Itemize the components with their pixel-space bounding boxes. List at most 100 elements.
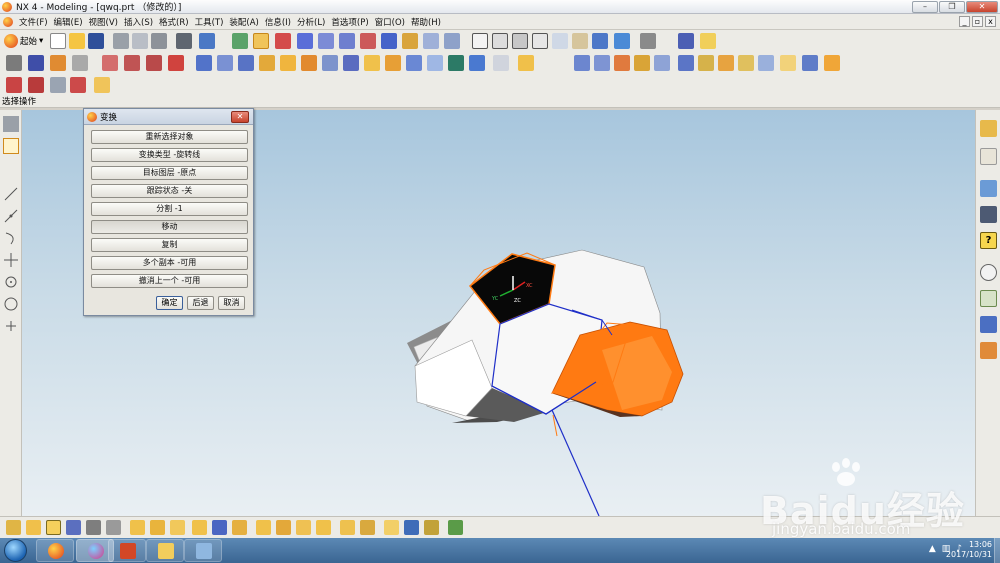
taskbar-explorer-button[interactable] [146, 539, 184, 562]
unite-icon[interactable] [758, 55, 774, 71]
point-icon[interactable] [275, 33, 291, 49]
split-icon[interactable] [738, 55, 754, 71]
snap-vertex-icon[interactable] [316, 520, 331, 535]
snap-control-icon[interactable] [46, 520, 61, 535]
curve-icon[interactable] [102, 55, 118, 71]
zoom-in-out-icon[interactable] [532, 33, 548, 49]
snap-arc-center-icon[interactable] [192, 520, 207, 535]
layer-icon[interactable] [678, 33, 694, 49]
paste-icon[interactable] [151, 33, 167, 49]
blend-icon[interactable] [448, 55, 464, 71]
arc-tool-icon[interactable] [3, 230, 19, 246]
reuse-library-icon[interactable] [980, 316, 997, 333]
datum-icon[interactable] [360, 33, 376, 49]
polyline-icon[interactable] [70, 77, 86, 93]
history-icon[interactable] [980, 264, 997, 281]
model-icon[interactable] [72, 55, 88, 71]
thicken-icon[interactable] [824, 55, 840, 71]
zoom-window-icon[interactable] [492, 33, 508, 49]
taskbar-clock[interactable]: 13:06 2017/10/31 [946, 540, 992, 560]
snap-tangent-icon[interactable] [212, 520, 227, 535]
multiple-copies-button[interactable]: 多个副本 -可用 [91, 256, 248, 270]
snap-knot-icon[interactable] [296, 520, 311, 535]
block-icon[interactable] [238, 55, 254, 71]
snap-intersection-icon[interactable] [66, 520, 81, 535]
csys-icon[interactable] [318, 33, 334, 49]
revolve-icon[interactable] [217, 55, 233, 71]
target-layer-button[interactable]: 目标图层 -原点 [91, 166, 248, 180]
trace-status-button[interactable]: 跟踪状态 -关 [91, 184, 248, 198]
part-navigator-icon[interactable] [980, 148, 997, 165]
line-tool-icon[interactable] [3, 186, 19, 202]
extrude-icon[interactable] [196, 55, 212, 71]
help-icon[interactable]: ? [980, 232, 997, 249]
fillet-curve-icon[interactable] [50, 77, 66, 93]
menu-assembly[interactable]: 装配(A) [226, 16, 261, 28]
taskbar-nx-button[interactable] [36, 539, 74, 562]
menu-view[interactable]: 视图(V) [86, 16, 121, 28]
slot-icon[interactable] [406, 55, 422, 71]
project-curve-icon[interactable] [94, 77, 110, 93]
training-icon[interactable] [980, 206, 997, 223]
pocket-icon[interactable] [364, 55, 380, 71]
reselect-objects-button[interactable]: 重新选择对象 [91, 130, 248, 144]
sketch-icon[interactable] [6, 55, 22, 71]
dialog-close-button[interactable]: ✕ [231, 111, 249, 123]
save-icon[interactable] [88, 33, 104, 49]
spline-icon[interactable] [146, 55, 162, 71]
transform-icon[interactable] [402, 33, 418, 49]
trim-body-icon[interactable] [718, 55, 734, 71]
shell-icon[interactable] [493, 55, 509, 71]
arc-curve-icon[interactable] [28, 77, 44, 93]
snap-existing-icon[interactable] [130, 520, 145, 535]
hint-icon[interactable] [50, 55, 66, 71]
mdi-minimize-button[interactable]: _ [959, 16, 970, 27]
circle-full-icon[interactable] [3, 296, 19, 312]
undo-icon[interactable] [176, 33, 192, 49]
snap-midpoint-icon[interactable] [26, 520, 41, 535]
fit-icon[interactable] [472, 33, 488, 49]
mdi-close-button[interactable]: x [985, 16, 996, 27]
menu-help[interactable]: 帮助(H) [408, 16, 444, 28]
vector-icon[interactable] [297, 33, 313, 49]
groove-icon[interactable] [427, 55, 443, 71]
analysis-icon[interactable] [444, 33, 460, 49]
circle-tool-icon[interactable] [3, 274, 19, 290]
ok-button[interactable]: 确定 [156, 296, 183, 310]
windows-start-button[interactable] [4, 539, 27, 562]
undo-last-button[interactable]: 撤消上一个 -可用 [91, 274, 248, 288]
selection-intent-icon[interactable] [404, 520, 419, 535]
selection-scope-icon[interactable] [384, 520, 399, 535]
intersect-icon[interactable] [802, 55, 818, 71]
surface-icon[interactable] [594, 55, 610, 71]
line-point-icon[interactable] [3, 208, 19, 224]
swept-icon[interactable] [634, 55, 650, 71]
tray-expand-icon[interactable]: ▲ [929, 544, 936, 554]
chamfer-icon[interactable] [469, 55, 485, 71]
select-icon[interactable] [232, 33, 248, 49]
cone-icon[interactable] [280, 55, 296, 71]
sew-icon[interactable] [698, 55, 714, 71]
menu-preferences[interactable]: 首选项(P) [328, 16, 371, 28]
cut-icon[interactable] [113, 33, 129, 49]
snap-reset-icon[interactable] [360, 520, 375, 535]
subdivide-button[interactable]: 分割 -1 [91, 202, 248, 216]
subtract-icon[interactable] [780, 55, 796, 71]
document-icon[interactable] [3, 16, 13, 27]
select-filter-icon[interactable] [3, 116, 19, 132]
menu-tools[interactable]: 工具(T) [192, 16, 227, 28]
snap-pole-icon[interactable] [276, 520, 291, 535]
pad-icon[interactable] [385, 55, 401, 71]
taskbar-ppt-button[interactable] [108, 539, 146, 562]
web-browser-icon[interactable] [980, 180, 997, 197]
repeat-icon[interactable] [199, 33, 215, 49]
copy-button[interactable]: 复制 [91, 238, 248, 252]
selection-filter-icon[interactable] [424, 520, 439, 535]
taskbar-window-button[interactable] [184, 539, 222, 562]
maximize-button[interactable]: ❐ [939, 1, 965, 13]
point-tool-icon[interactable] [3, 318, 19, 334]
pattern-icon[interactable] [518, 55, 534, 71]
quick-pick-icon[interactable] [448, 520, 463, 535]
trim-curve-icon[interactable] [168, 55, 184, 71]
pan-icon[interactable] [572, 33, 588, 49]
